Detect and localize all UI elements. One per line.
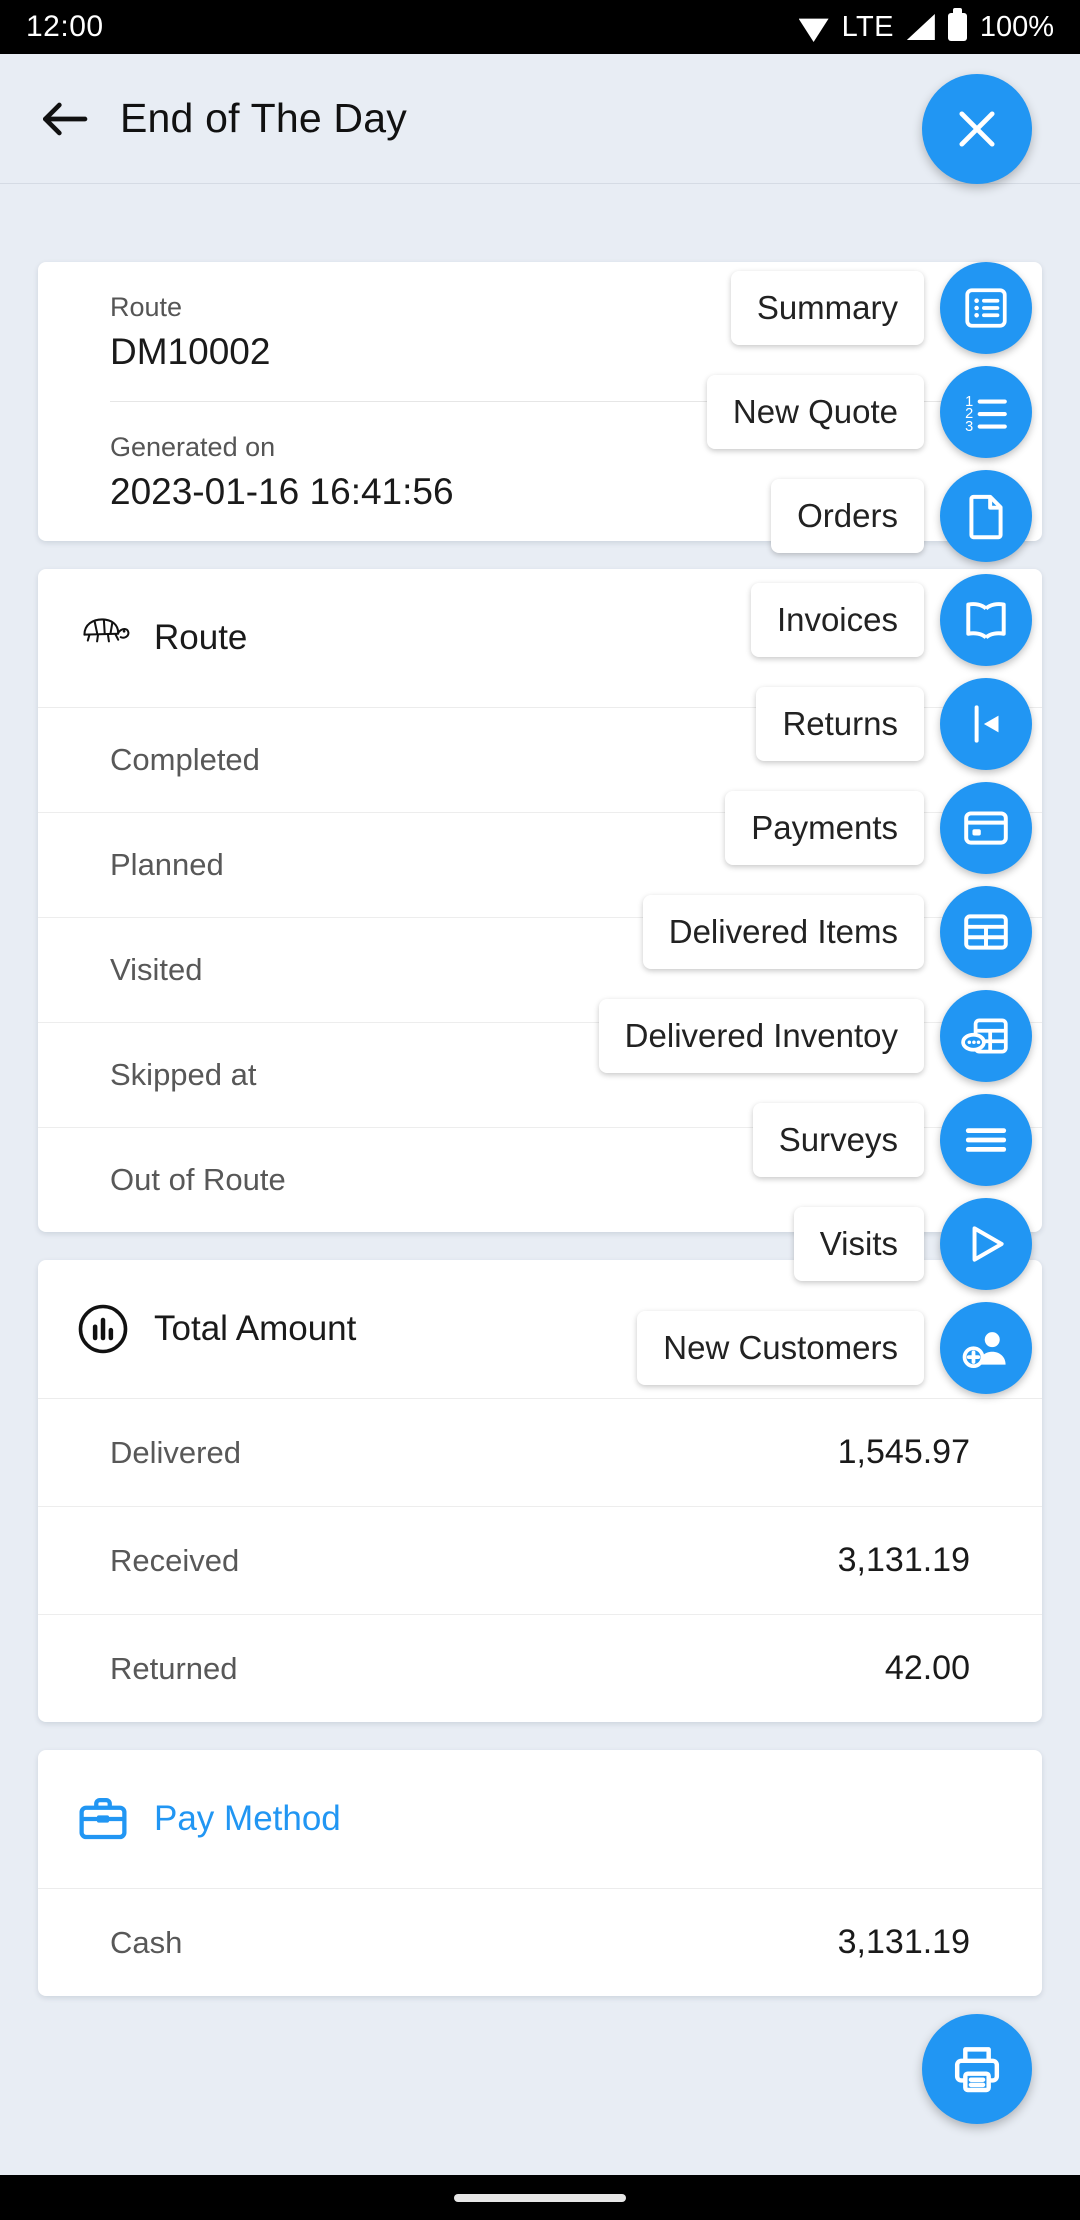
- fab-item-payments[interactable]: Payments: [725, 782, 1032, 874]
- credit-card-icon[interactable]: [940, 782, 1032, 874]
- app-bar: End of The Day: [0, 54, 1080, 184]
- bar-chart-icon: [76, 1302, 130, 1356]
- briefcase-icon: [76, 1792, 130, 1846]
- route-section-title: Route: [154, 618, 248, 657]
- row-label: Visited: [110, 952, 203, 987]
- fab-label: Visits: [793, 1207, 924, 1281]
- printer-icon: [954, 2047, 1000, 2093]
- fab-item-new-quote[interactable]: New Quote 1 2 3: [706, 366, 1032, 458]
- print-button[interactable]: [922, 2014, 1032, 2124]
- svg-text:3: 3: [965, 419, 973, 435]
- fab-label: New Customers: [637, 1311, 924, 1385]
- fab-item-visits[interactable]: Visits: [793, 1198, 1032, 1290]
- row-label: Delivered: [110, 1434, 241, 1470]
- table-row: Delivered 1,545.97: [38, 1399, 1042, 1507]
- fab-label: Orders: [771, 479, 924, 553]
- turtle-icon: [76, 611, 130, 665]
- row-label: Received: [110, 1542, 240, 1578]
- fab-item-delivered-inventory[interactable]: Delivered Inventoy: [598, 990, 1032, 1082]
- phone-screen: 12:00 LTE 100% End of The Day Route DM10…: [0, 0, 1080, 2220]
- play-icon[interactable]: [940, 1198, 1032, 1290]
- fab-label: Returns: [756, 687, 924, 761]
- return-arrow-icon[interactable]: [940, 678, 1032, 770]
- status-time: 12:00: [26, 10, 104, 43]
- fab-label: Payments: [725, 791, 924, 865]
- home-indicator[interactable]: [454, 2193, 626, 2202]
- back-arrow-icon[interactable]: [36, 91, 92, 147]
- row-label: Returned: [110, 1650, 238, 1686]
- row-value: 42.00: [884, 1649, 970, 1687]
- total-amount-title: Total Amount: [154, 1309, 357, 1348]
- row-value: 1,545.97: [837, 1433, 970, 1471]
- fab-label: New Quote: [706, 375, 924, 449]
- wifi-icon: [798, 18, 829, 42]
- pay-method-card: Pay Method Cash 3,131.19: [38, 1750, 1042, 1996]
- fab-item-invoices[interactable]: Invoices: [750, 574, 1032, 666]
- battery-percent-label: 100%: [979, 10, 1054, 43]
- menu-lines-icon[interactable]: [940, 1094, 1032, 1186]
- table-row: Returned 42.00: [38, 1615, 1042, 1722]
- page-title: End of The Day: [120, 95, 407, 141]
- network-type-label: LTE: [841, 10, 894, 43]
- pay-method-header: Pay Method: [38, 1750, 1042, 1889]
- table-row: Received 3,131.19: [38, 1507, 1042, 1615]
- row-label: Skipped at: [110, 1057, 257, 1092]
- table-icon[interactable]: [940, 886, 1032, 978]
- status-icons: LTE 100%: [798, 8, 1054, 44]
- row-value: 3,131.19: [837, 1541, 970, 1579]
- pay-method-title: Pay Method: [154, 1799, 341, 1838]
- fab-item-surveys[interactable]: Surveys: [752, 1094, 1032, 1186]
- fab-label: Invoices: [750, 583, 924, 657]
- table-chat-icon[interactable]: [940, 990, 1032, 1082]
- fab-item-delivered-items[interactable]: Delivered Items: [642, 886, 1032, 978]
- status-bar: 12:00 LTE 100%: [0, 0, 1080, 54]
- row-label: Planned: [110, 847, 224, 882]
- fab-label: Delivered Items: [642, 895, 924, 969]
- fab-item-orders[interactable]: Orders: [771, 470, 1032, 562]
- add-person-icon[interactable]: [940, 1302, 1032, 1394]
- fab-label: Delivered Inventoy: [598, 999, 924, 1073]
- numbered-list-icon[interactable]: 1 2 3: [940, 366, 1032, 458]
- close-icon: [959, 111, 995, 147]
- fab-item-summary[interactable]: Summary: [730, 262, 1032, 354]
- row-label: Completed: [110, 742, 260, 777]
- fab-label: Summary: [730, 271, 924, 345]
- navigation-bar: [0, 2175, 1080, 2220]
- row-label: Out of Route: [110, 1162, 286, 1197]
- fab-item-new-customers[interactable]: New Customers: [637, 1302, 1032, 1394]
- table-row: Cash 3,131.19: [38, 1889, 1042, 1996]
- signal-icon: [906, 14, 935, 40]
- fab-item-returns[interactable]: Returns: [756, 678, 1032, 770]
- list-box-icon[interactable]: [940, 262, 1032, 354]
- document-icon[interactable]: [940, 470, 1032, 562]
- close-button[interactable]: [922, 74, 1032, 184]
- row-label: Cash: [110, 1924, 183, 1960]
- book-icon[interactable]: [940, 574, 1032, 666]
- total-amount-rows: Delivered 1,545.97 Received 3,131.19 Ret…: [38, 1399, 1042, 1722]
- fab-label: Surveys: [752, 1103, 924, 1177]
- battery-icon: [947, 8, 967, 41]
- row-value: 3,131.19: [837, 1923, 970, 1961]
